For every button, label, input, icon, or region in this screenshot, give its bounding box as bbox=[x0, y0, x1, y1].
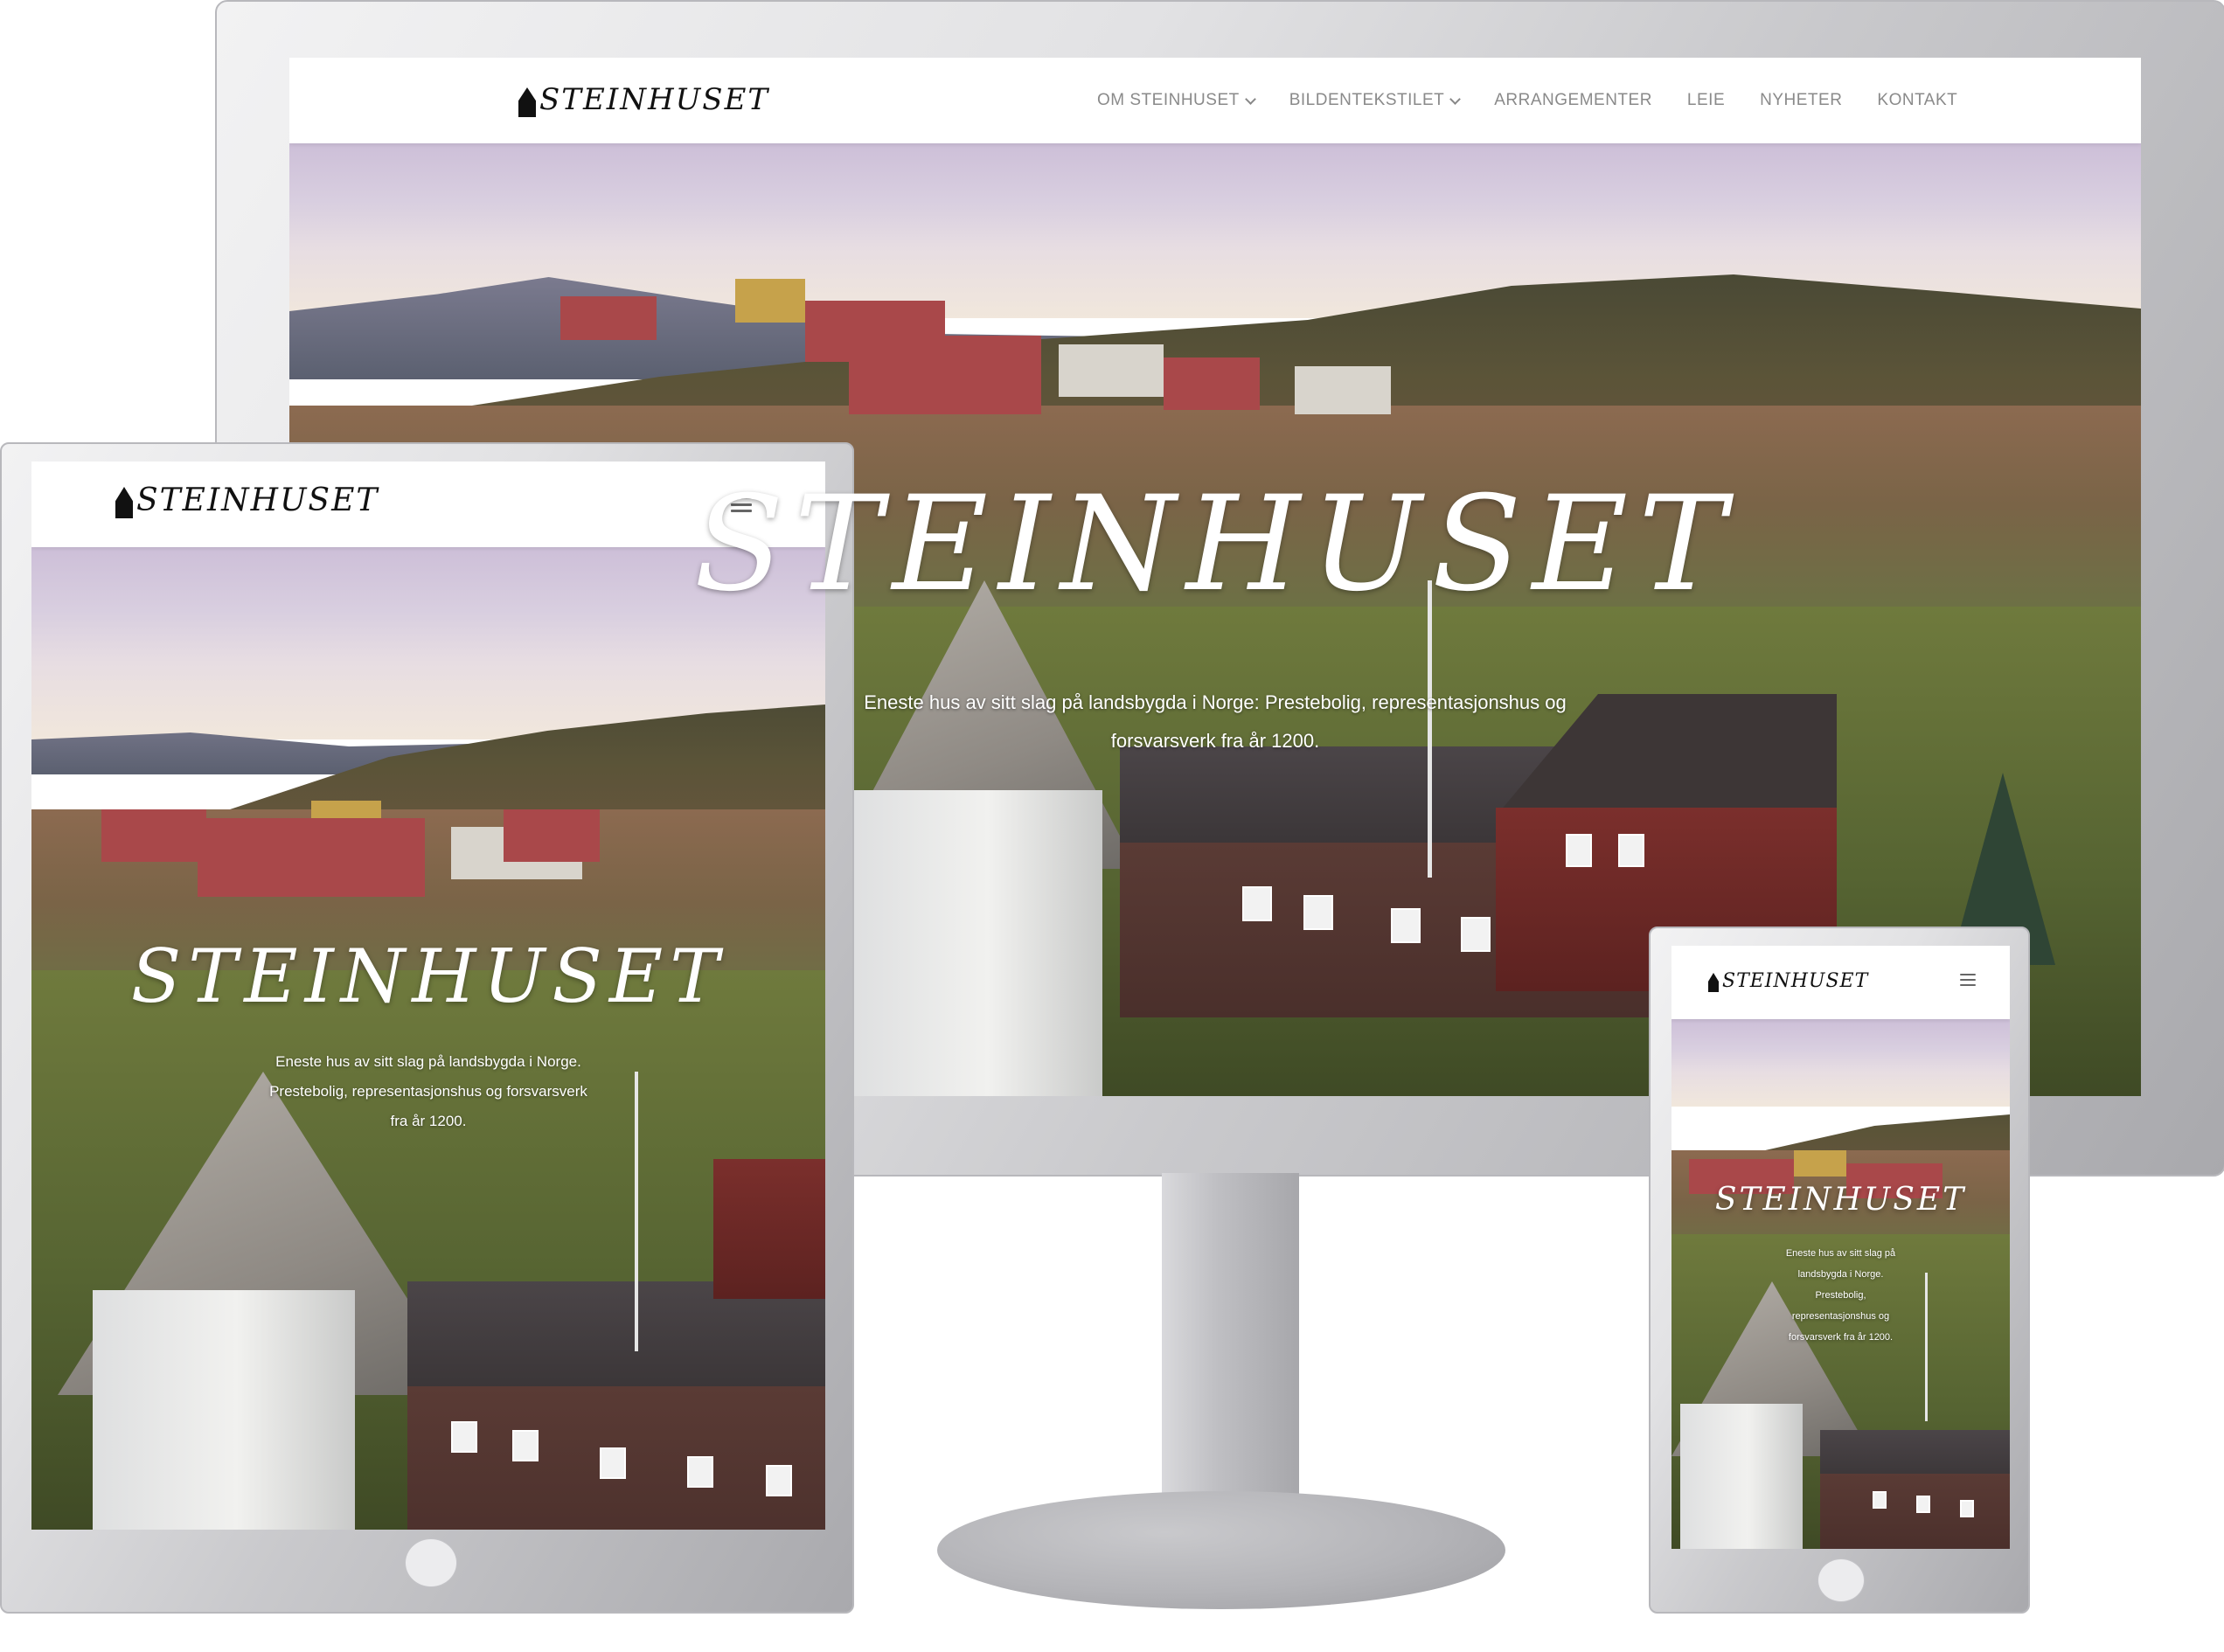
site-logo[interactable]: STEINHUSET bbox=[518, 82, 769, 117]
tablet-screen: STEINHUSET STEINHUSET Eneste hus av sitt… bbox=[31, 462, 825, 1530]
hamburger-icon[interactable] bbox=[1960, 974, 1976, 986]
hero-title: STEINHUSET bbox=[693, 469, 1737, 621]
church-tower-icon bbox=[115, 487, 133, 518]
hero-text-line: forsvarsverk fra år 1200. bbox=[1788, 1332, 1894, 1343]
desktop-header: STEINHUSET OM STEINHUSET BILDENTEKSTILET… bbox=[289, 58, 2141, 143]
nav-item-nyheter[interactable]: NYHETER bbox=[1760, 91, 1842, 110]
logo-text: STEINHUSET bbox=[539, 82, 770, 117]
nav-item-arrangementer[interactable]: ARRANGEMENTER bbox=[1494, 91, 1652, 110]
hero-title: STEINHUSET bbox=[1714, 1182, 1967, 1218]
hero-text-line: Eneste hus av sitt slag på landsbygda i … bbox=[864, 691, 1567, 713]
hero-text-line: fra år 1200. bbox=[390, 1113, 467, 1129]
hero-text-line: Prestebolig, representasjonshus og forsv… bbox=[269, 1083, 587, 1100]
nav-label: OM STEINHUSET bbox=[1097, 91, 1240, 109]
logo-text: STEINHUSET bbox=[1722, 970, 1869, 992]
hero-text-line: Eneste hus av sitt slag på bbox=[1785, 1248, 1896, 1259]
nav-item-om-steinhuset[interactable]: OM STEINHUSET bbox=[1097, 91, 1256, 110]
site-logo[interactable]: STEINHUSET bbox=[1708, 970, 1868, 992]
phone-home-button[interactable] bbox=[1817, 1558, 1865, 1602]
nav-label: ARRANGEMENTER bbox=[1494, 91, 1652, 109]
tablet-home-button[interactable] bbox=[405, 1538, 457, 1587]
hero-description: Eneste hus av sitt slag på landsbygda i … bbox=[289, 684, 2141, 760]
hero-description: Eneste hus av sitt slag på landsbygda i … bbox=[31, 1047, 825, 1136]
nav-item-leie[interactable]: LEIE bbox=[1687, 91, 1725, 110]
hero-text-line: landsbygda i Norge. bbox=[1797, 1269, 1884, 1280]
hero-text-line: Prestebolig, bbox=[1815, 1290, 1866, 1301]
main-navigation: OM STEINHUSET BILDENTEKSTILET ARRANGEMEN… bbox=[1097, 91, 1957, 110]
church-tower-icon bbox=[1708, 973, 1719, 992]
monitor-stand-neck bbox=[1162, 1173, 1299, 1505]
phone-screen: STEINHUSET STEINHUSET Eneste hus av sitt… bbox=[1671, 946, 2010, 1549]
church-tower-icon bbox=[518, 87, 536, 117]
nav-item-kontakt[interactable]: KONTAKT bbox=[1877, 91, 1957, 110]
nav-label: NYHETER bbox=[1760, 91, 1843, 109]
hero-description: Eneste hus av sitt slag på landsbygda i … bbox=[1671, 1243, 2010, 1348]
chevron-down-icon bbox=[1449, 93, 1462, 105]
hero-text-line: Eneste hus av sitt slag på landsbygda i … bbox=[275, 1053, 581, 1070]
chevron-down-icon bbox=[1244, 93, 1256, 105]
nav-label: LEIE bbox=[1686, 91, 1726, 109]
nav-label: BILDENTEKSTILET bbox=[1289, 91, 1445, 109]
nav-label: KONTAKT bbox=[1877, 91, 1958, 109]
phone-header: STEINHUSET bbox=[1671, 946, 2010, 1019]
nav-item-bildentekstilet[interactable]: BILDENTEKSTILET bbox=[1289, 91, 1462, 110]
monitor-stand-base bbox=[937, 1491, 1505, 1609]
hero-title: STEINHUSET bbox=[130, 934, 726, 1019]
hero-text-line: forsvarsverk fra år 1200. bbox=[1110, 730, 1320, 752]
hero-text-line: representasjonshus og bbox=[1791, 1311, 1890, 1322]
